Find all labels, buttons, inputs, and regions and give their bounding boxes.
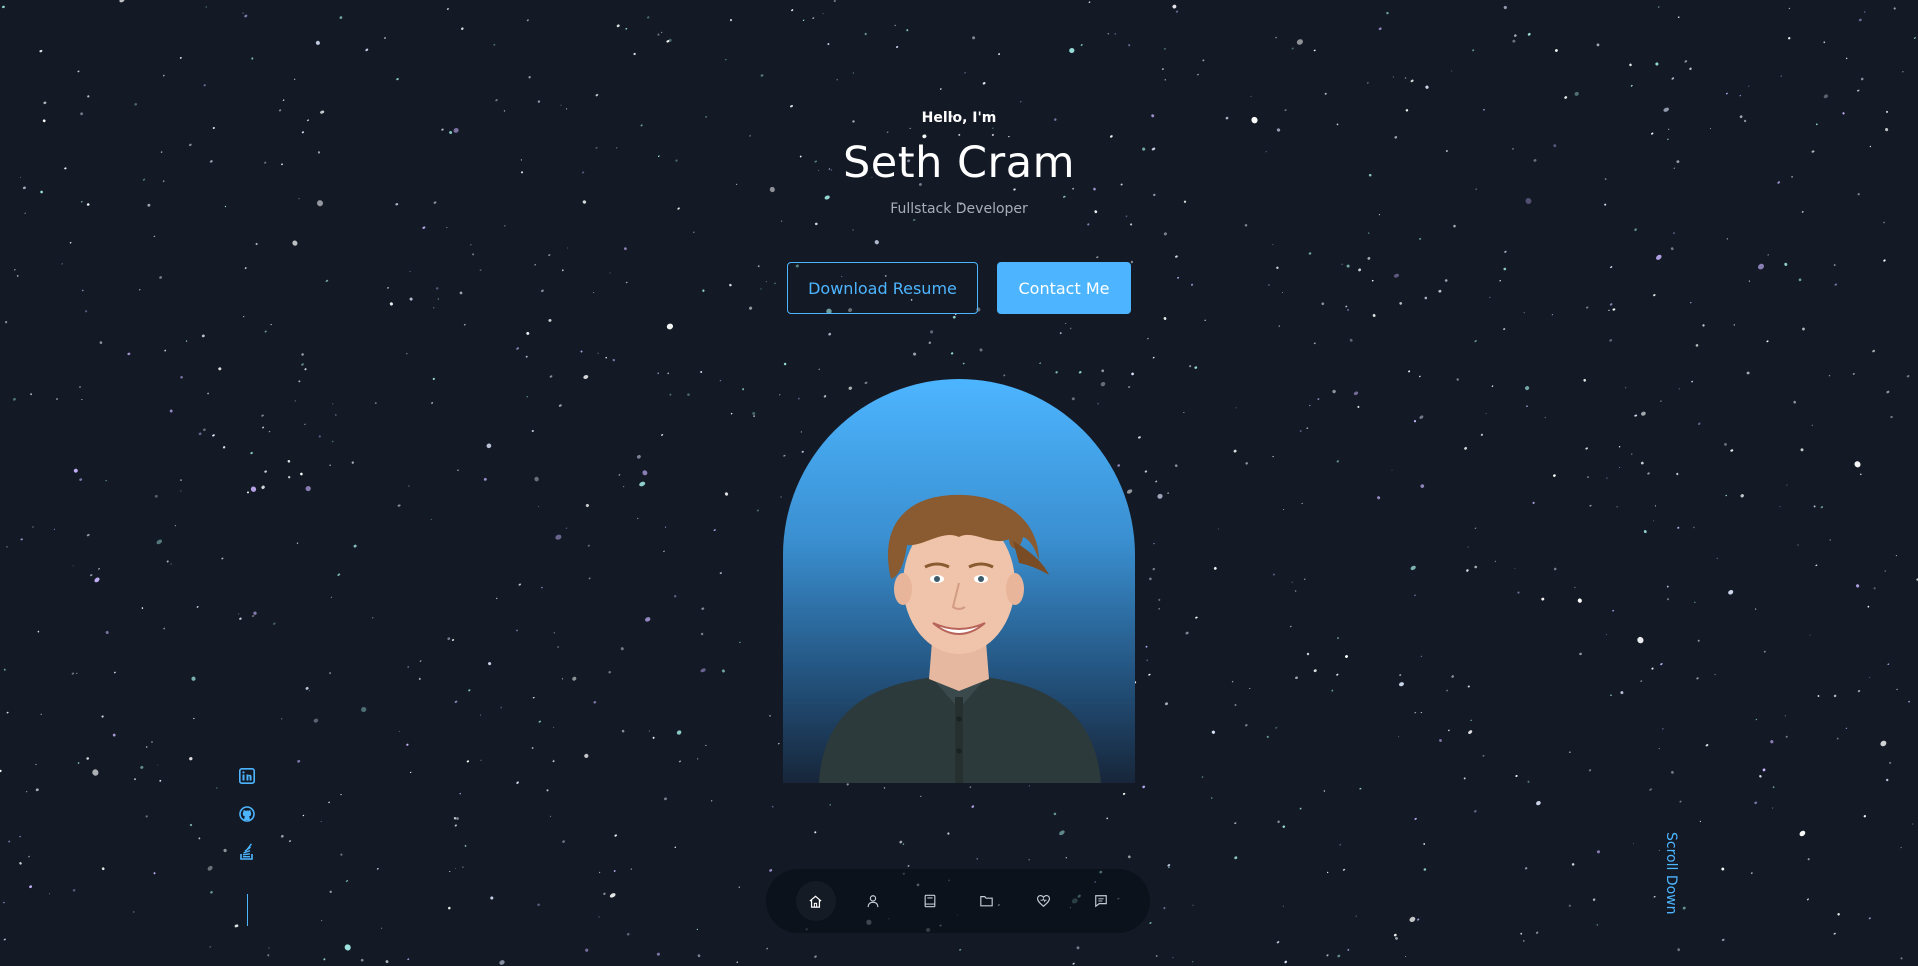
github-icon[interactable]: [237, 804, 257, 824]
nav-services[interactable]: [1024, 881, 1064, 921]
scroll-down-link[interactable]: Scroll Down: [1663, 832, 1679, 915]
bottom-nav: [766, 869, 1150, 933]
folder-icon: [980, 896, 993, 907]
home-icon: [809, 895, 822, 908]
book-icon: [924, 894, 935, 908]
nav-contact[interactable]: [1081, 881, 1121, 921]
page-title: Seth Cram: [843, 138, 1075, 188]
message-icon: [1094, 895, 1107, 908]
user-icon: [867, 895, 878, 908]
download-resume-button[interactable]: Download Resume: [787, 262, 978, 314]
nav-about[interactable]: [853, 881, 893, 921]
role-subtitle: Fullstack Developer: [890, 201, 1028, 217]
heart-icon: [1036, 895, 1051, 907]
profile-photo: [783, 379, 1135, 783]
greeting-text: Hello, I'm: [921, 110, 997, 126]
cta-buttons: Download Resume Contact Me: [0, 262, 1918, 314]
linkedin-icon[interactable]: [237, 766, 257, 786]
contact-me-button[interactable]: Contact Me: [997, 262, 1131, 314]
nav-home[interactable]: [795, 881, 836, 921]
social-links: [236, 766, 258, 926]
stackoverflow-icon[interactable]: [237, 842, 257, 862]
portrait-illustration: [819, 494, 1101, 783]
hero-section: Hello, I'm Seth Cram Fullstack Developer…: [0, 0, 1918, 966]
social-divider-line: [246, 894, 248, 926]
nav-portfolio[interactable]: [967, 881, 1007, 921]
nav-experience[interactable]: [910, 881, 950, 921]
